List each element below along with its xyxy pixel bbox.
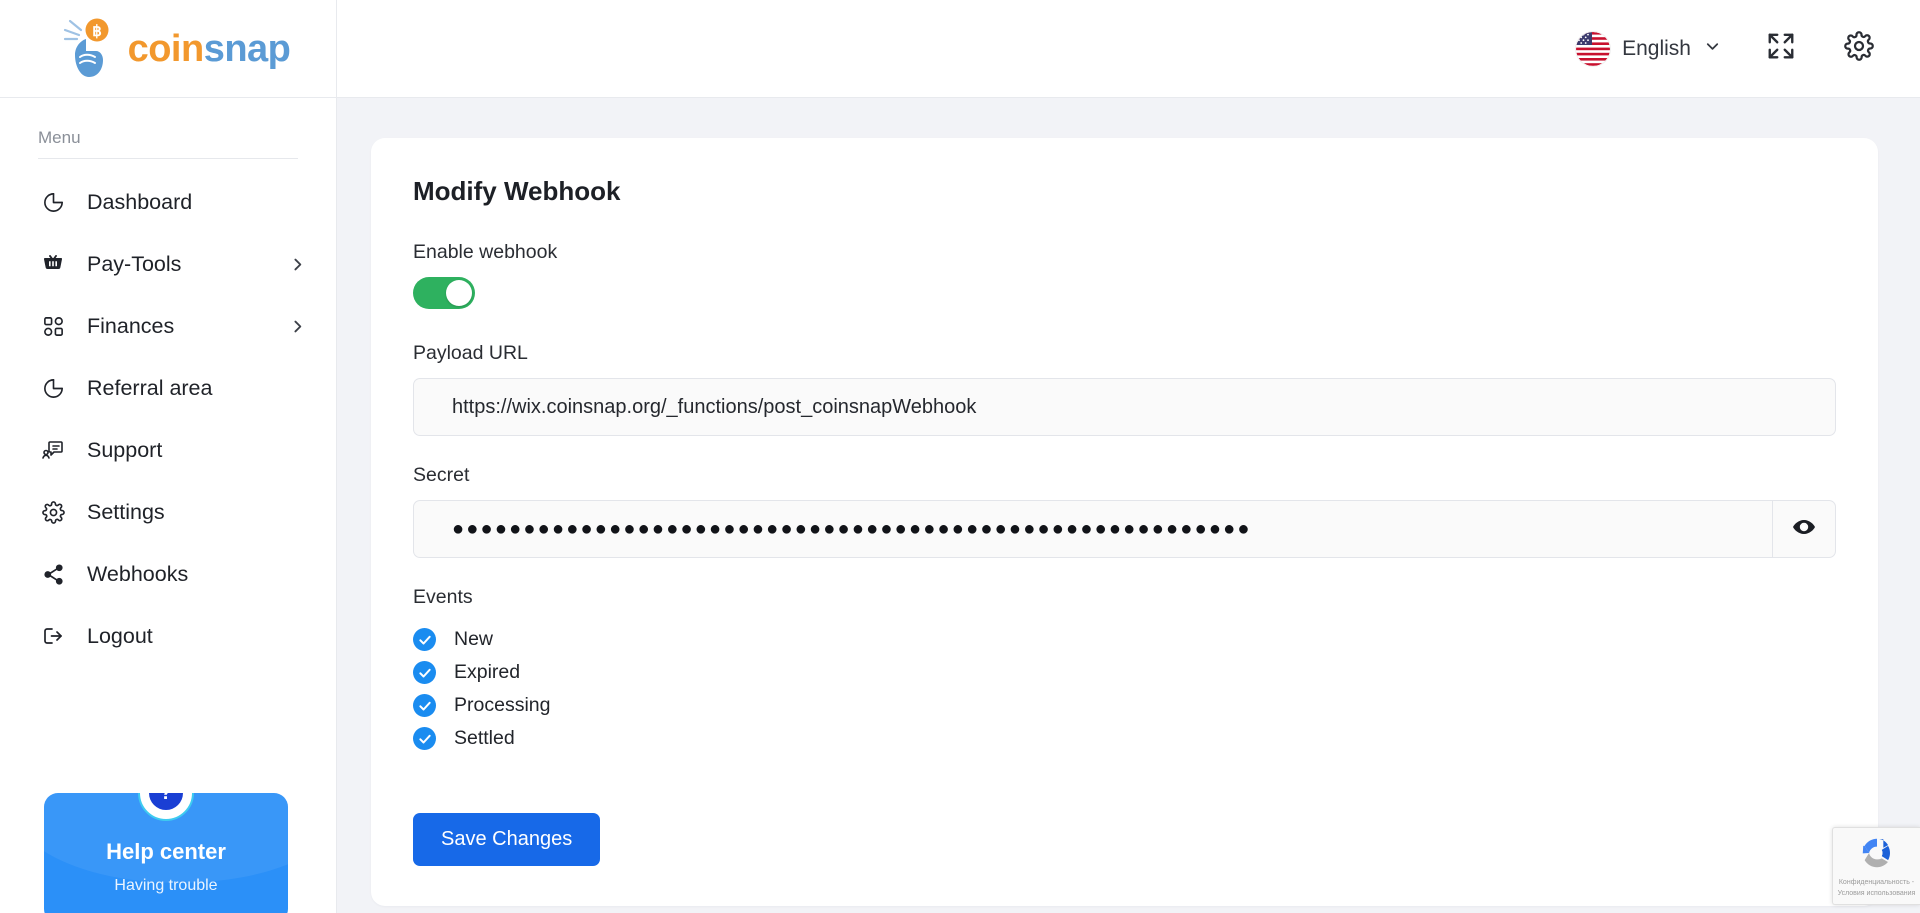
logo-wordmark: coinsnap — [128, 30, 291, 68]
logo-area[interactable]: ฿ coinsnap — [0, 0, 336, 98]
menu-heading: Menu — [38, 128, 81, 147]
help-center-title: Help center — [106, 839, 226, 865]
webhook-form: Enable webhook Payload URL https://wix.c… — [399, 241, 1850, 866]
svg-text:฿: ฿ — [92, 23, 102, 40]
enable-webhook-label: Enable webhook — [413, 241, 558, 263]
logo-word-coin: coin — [127, 27, 205, 70]
events-label: Events — [413, 586, 473, 608]
sidebar-item-label: Webhooks — [87, 561, 189, 586]
settings-button[interactable] — [1840, 30, 1878, 68]
grid-icon — [38, 311, 68, 341]
content-area: Modify Webhook Enable webhook Payload UR… — [337, 98, 1920, 913]
recaptcha-badge[interactable]: Конфиденциальность - Условия использован… — [1832, 827, 1920, 905]
coinsnap-logo[interactable]: ฿ coinsnap — [56, 17, 291, 81]
events-field: Events New Expired Processing Settled — [413, 586, 1836, 755]
coinsnap-logo-mark: ฿ — [56, 17, 118, 81]
page-title: Modify Webhook — [413, 176, 621, 206]
toggle-knob — [446, 280, 472, 306]
secret-input-group: ●●●●●●●●●●●●●●●●●●●●●●●●●●●●●●●●●●●●●●●●… — [413, 500, 1836, 558]
payload-url-label: Payload URL — [413, 342, 528, 364]
secret-field: Secret ●●●●●●●●●●●●●●●●●●●●●●●●●●●●●●●●●… — [413, 464, 1836, 558]
toggle-secret-visibility-button[interactable] — [1772, 500, 1836, 558]
sidebar-item-label: Referral area — [87, 375, 213, 400]
enable-webhook-field: Enable webhook — [413, 241, 1836, 314]
enable-webhook-toggle[interactable] — [413, 277, 475, 309]
eye-icon — [1792, 515, 1816, 544]
help-center-card[interactable]: ? Help center Having trouble — [44, 793, 288, 913]
secret-masked-value: ●●●●●●●●●●●●●●●●●●●●●●●●●●●●●●●●●●●●●●●●… — [452, 519, 1252, 539]
help-question-badge: ? — [138, 793, 194, 822]
logo-word-snap: snap — [203, 27, 291, 70]
sidebar-nav: Dashboard Pay-Tools Finances Referral ar… — [0, 167, 336, 667]
gear-icon — [38, 497, 68, 527]
gear-icon — [1844, 31, 1874, 66]
check-icon[interactable] — [413, 661, 436, 684]
basket-icon — [38, 249, 68, 279]
save-changes-button[interactable]: Save Changes — [413, 813, 601, 866]
chevron-down-icon[interactable] — [1703, 37, 1722, 61]
sidebar-item-label: Dashboard — [87, 189, 193, 214]
recaptcha-icon — [1858, 834, 1896, 877]
help-center-subtitle: Having trouble — [114, 877, 218, 895]
app-root: ฿ coinsnap Menu Dashboard Pay-Tools Fina… — [0, 0, 1920, 913]
sidebar-item-finances[interactable]: Finances — [0, 295, 336, 357]
event-label: Processing — [454, 694, 551, 716]
modify-webhook-card: Modify Webhook Enable webhook Payload UR… — [371, 138, 1878, 906]
check-icon[interactable] — [413, 628, 436, 651]
event-label: Expired — [454, 661, 521, 683]
sidebar-item-settings[interactable]: Settings — [0, 481, 336, 543]
sidebar-item-label: Pay-Tools — [87, 251, 182, 276]
event-label: New — [454, 628, 494, 650]
sidebar-item-pay-tools[interactable]: Pay-Tools — [0, 233, 336, 295]
event-checkbox-expired[interactable]: Expired — [413, 656, 1836, 689]
sidebar-item-logout[interactable]: Logout — [0, 605, 336, 667]
topbar: English — [337, 0, 1920, 98]
check-icon[interactable] — [413, 694, 436, 717]
recaptcha-terms-text[interactable]: Условия использования — [1838, 890, 1916, 899]
sidebar-item-referral-area[interactable]: Referral area — [0, 357, 336, 419]
bitcoin-hand-icon: ฿ — [63, 18, 109, 77]
logout-icon — [38, 621, 68, 651]
event-label: Settled — [454, 727, 515, 749]
sidebar-item-support[interactable]: Support — [0, 419, 336, 481]
expand-icon — [1766, 31, 1796, 66]
payload-url-input[interactable]: https://wix.coinsnap.org/_functions/post… — [413, 378, 1836, 436]
payload-url-field: Payload URL https://wix.coinsnap.org/_fu… — [413, 342, 1836, 436]
sidebar-item-label: Finances — [87, 313, 175, 338]
check-icon[interactable] — [413, 727, 436, 750]
us-flag-icon — [1576, 31, 1611, 66]
pie-chart-icon — [38, 373, 68, 403]
language-selector[interactable]: English — [1576, 31, 1722, 66]
chevron-right-icon[interactable] — [289, 256, 306, 273]
sidebar-item-label: Settings — [87, 499, 165, 524]
chat-icon — [38, 435, 68, 465]
chevron-right-icon[interactable] — [289, 318, 306, 335]
fullscreen-button[interactable] — [1762, 30, 1800, 68]
sidebar-item-label: Logout — [87, 623, 153, 648]
event-checkbox-settled[interactable]: Settled — [413, 722, 1836, 755]
menu-divider — [38, 158, 298, 159]
pie-chart-icon — [38, 187, 68, 217]
question-mark-icon: ? — [149, 793, 183, 811]
sidebar-item-dashboard[interactable]: Dashboard — [0, 171, 336, 233]
secret-input[interactable]: ●●●●●●●●●●●●●●●●●●●●●●●●●●●●●●●●●●●●●●●●… — [413, 500, 1772, 558]
share-icon — [38, 559, 68, 589]
main-area: English Modify Webhook Enable webhook Pa… — [337, 0, 1920, 913]
sidebar-item-label: Support — [87, 437, 163, 462]
event-checkbox-new[interactable]: New — [413, 623, 1836, 656]
recaptcha-privacy-text[interactable]: Конфиденциальность - — [1839, 879, 1914, 888]
sidebar-item-webhooks[interactable]: Webhooks — [0, 543, 336, 605]
event-checkbox-processing[interactable]: Processing — [413, 689, 1836, 722]
sidebar: ฿ coinsnap Menu Dashboard Pay-Tools Fina… — [0, 0, 337, 913]
secret-label: Secret — [413, 464, 470, 486]
language-label: English — [1622, 36, 1691, 60]
